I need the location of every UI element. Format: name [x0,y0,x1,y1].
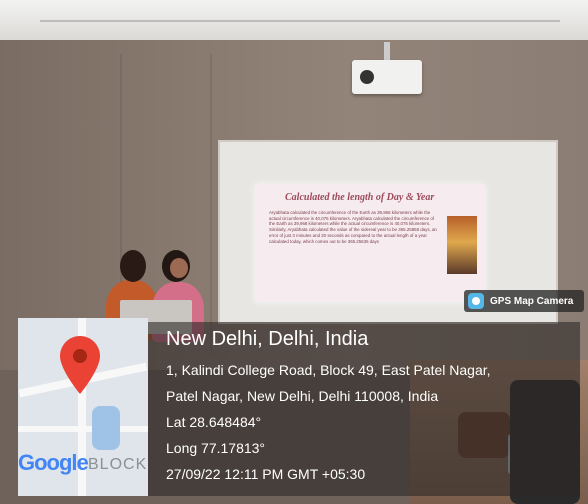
timestamp: 27/09/22 12:11 PM GMT +05:30 [166,466,366,482]
longitude: Long 77.17813° [166,440,266,456]
projector-lens [360,70,374,84]
map-area-label: BLOCK [88,456,148,473]
address-line-2: Patel Nagar, New Delhi, Delhi 110008, In… [166,388,439,404]
slide-title: Calculated the length of Day & Year [285,192,435,203]
camera-app-icon [468,293,484,309]
gps-map-camera-badge: GPS Map Camera [464,290,584,312]
ceiling-seam [40,20,560,22]
address-line-1: 1, Kalindi College Road, Block 49, East … [166,362,491,378]
slide-illustration [447,216,477,274]
location-title: New Delhi, Delhi, India [166,328,369,350]
badge-label: GPS Map Camera [490,295,574,307]
projector-mount [384,42,390,62]
projector [352,60,422,94]
presenter-2-face [170,258,188,278]
map-thumbnail: Google BLOCK [18,318,148,496]
location-info-panel: New Delhi, Delhi, India 1, Kalindi Colle… [148,322,580,496]
map-road [18,426,148,432]
map-water [92,406,120,450]
presentation-slide: Calculated the length of Day & Year Arya… [255,184,485,302]
ceiling [0,0,588,44]
slide-body-text: Aryabhata calculated the circumference o… [269,210,437,244]
location-pin-icon [60,336,100,394]
latitude: Lat 28.648484° [166,414,262,430]
presenter-1-head [120,250,146,282]
wall-panel-line [210,54,212,354]
google-logo: Google [18,450,89,475]
